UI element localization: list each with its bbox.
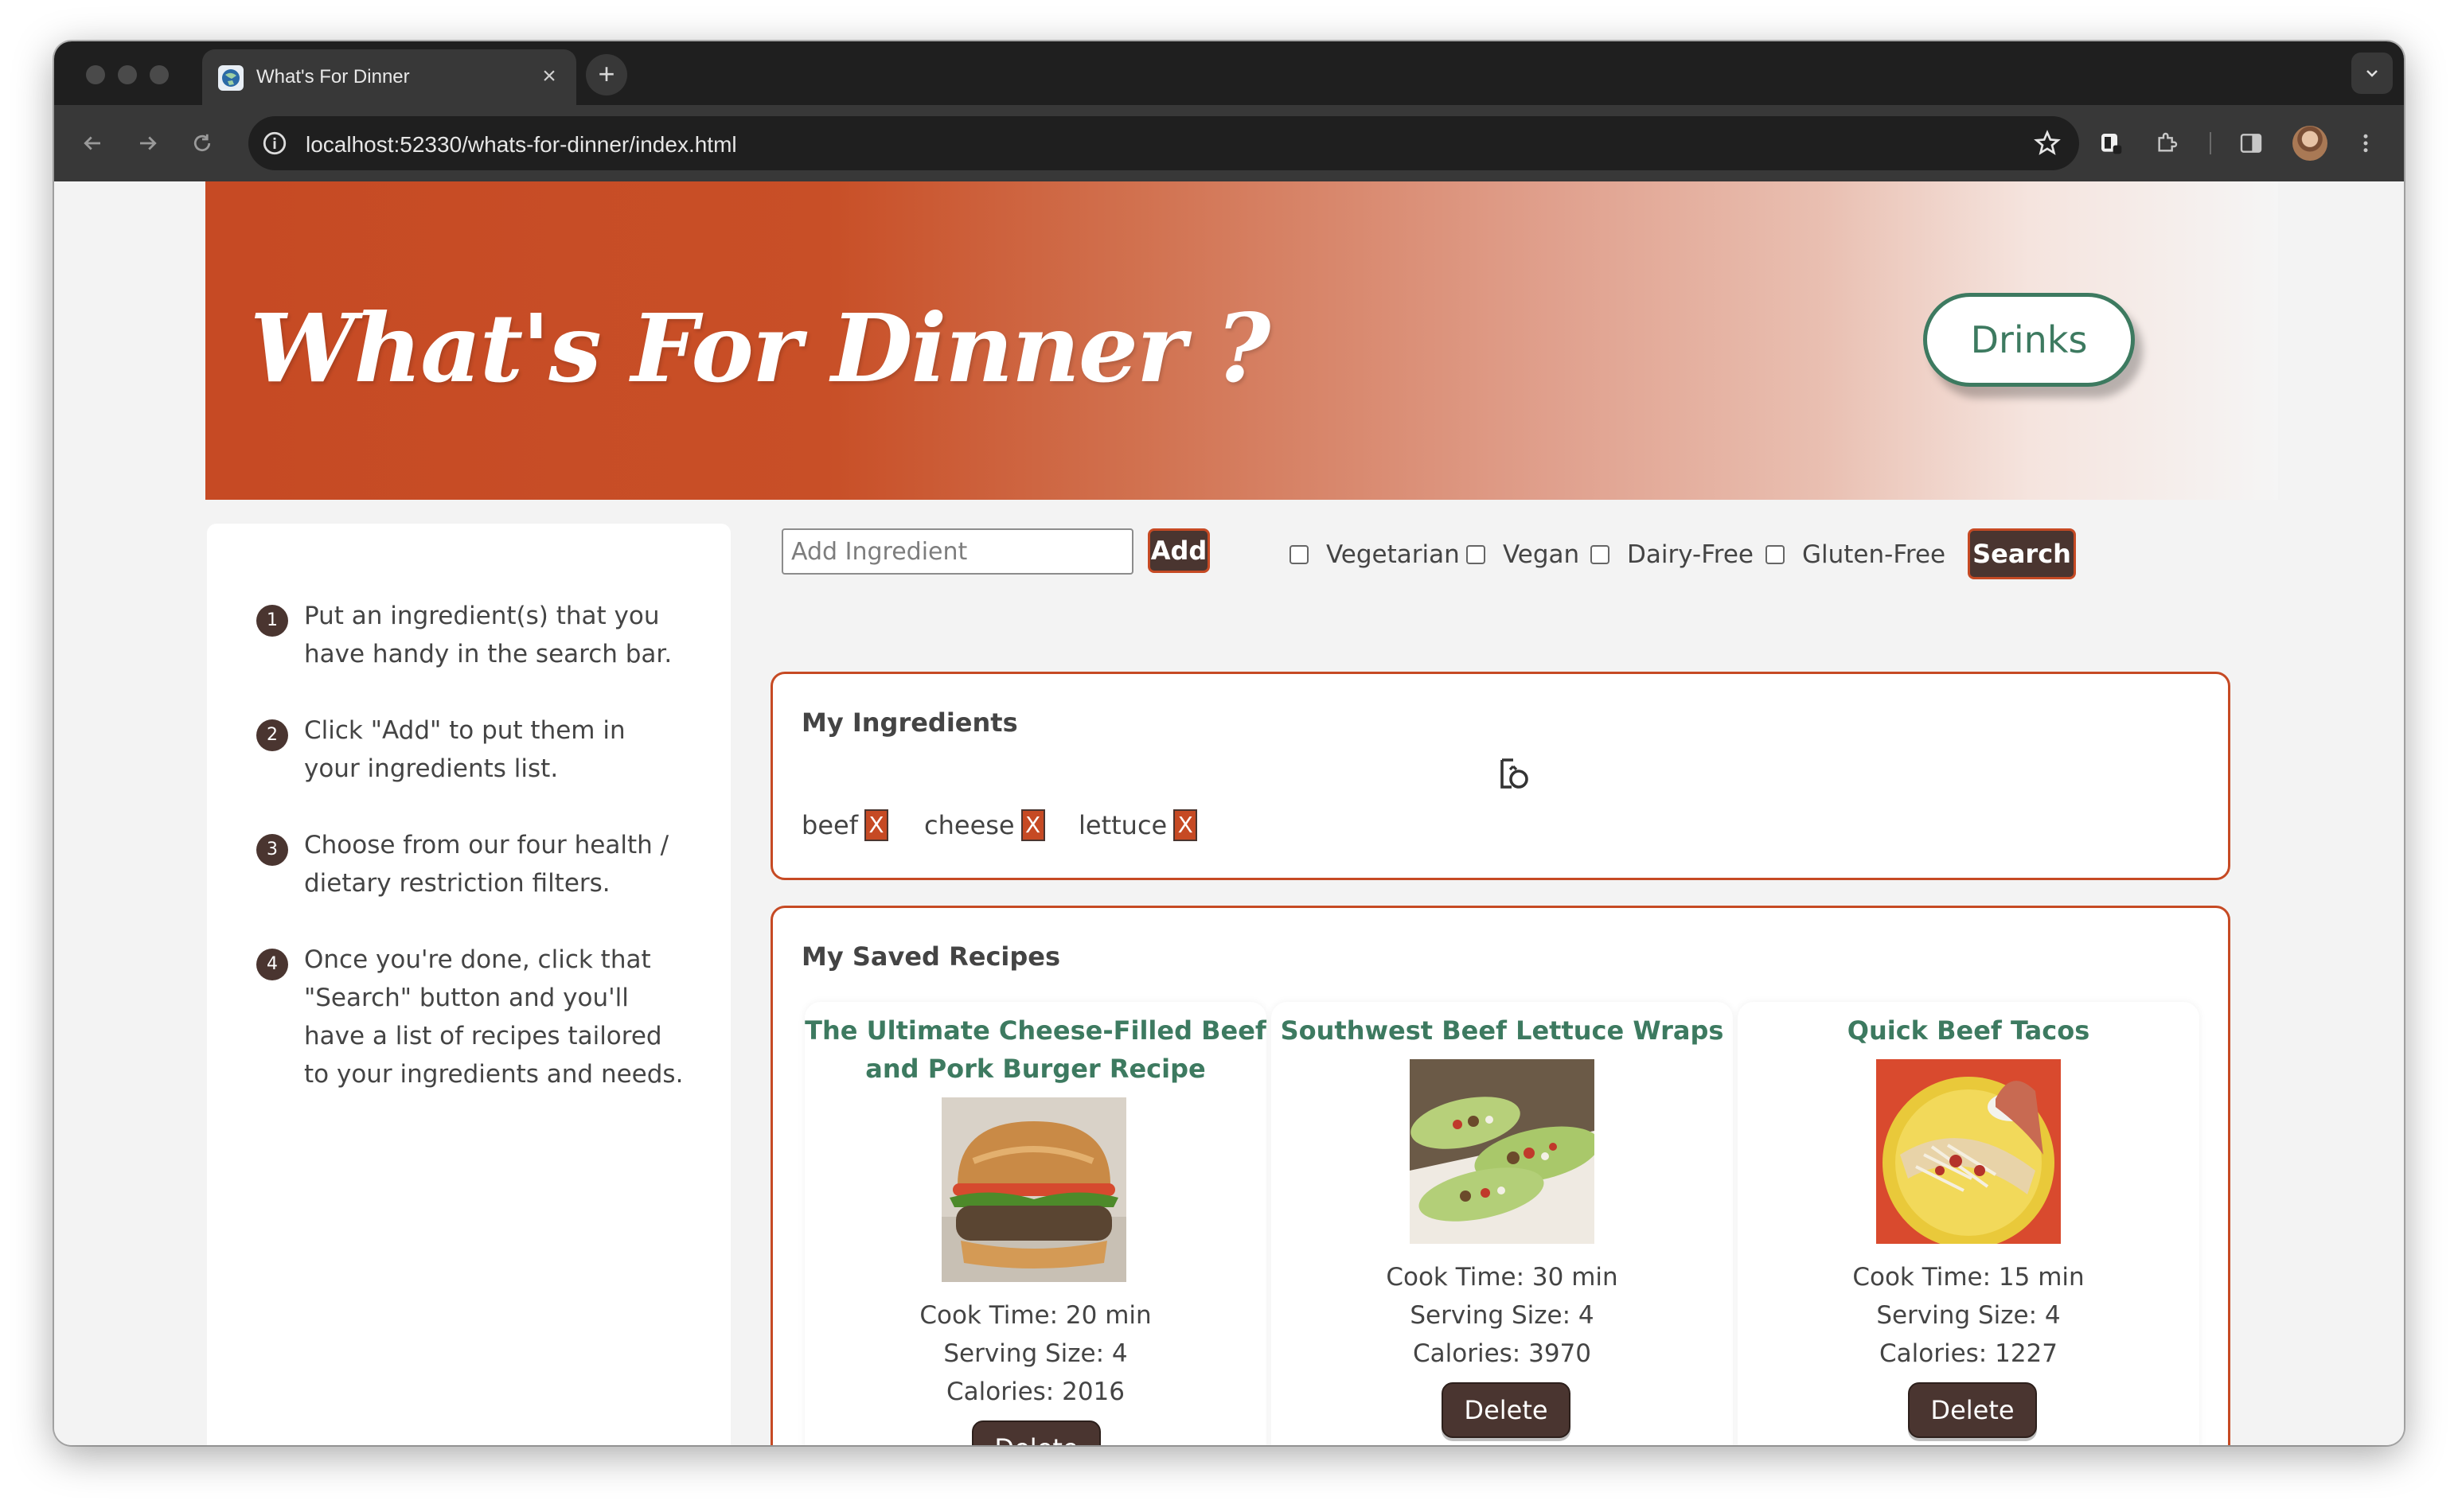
ingredient-chip: lettuce X (1079, 809, 1198, 841)
my-ingredients-panel: My Ingredients beef X cheese X lettuce X (771, 672, 2230, 880)
new-tab-icon[interactable]: + (586, 54, 627, 95)
more-menu-icon[interactable] (2351, 129, 2380, 158)
tacos-photo (1876, 1059, 2061, 1244)
search-button[interactable]: Search (1968, 528, 2076, 579)
recipe-card: The Ultimate Cheese-Filled Beef and Pork… (805, 1002, 1266, 1445)
info-icon[interactable] (261, 130, 288, 157)
filter-label: Vegan (1503, 540, 1580, 569)
ingredient-chip: beef X (802, 809, 888, 841)
recipe-calories: Calories: 3970 (1413, 1339, 1591, 1368)
recipe-cook-time: Cook Time: 15 min (1852, 1263, 2085, 1292)
recipe-card: Quick Beef Tacos Cook Time: 15 min Servi (1738, 1002, 2199, 1445)
step-text: Put an ingredient(s) that you have handy… (304, 602, 673, 668)
profile-avatar[interactable] (2292, 126, 2327, 161)
reload-icon[interactable] (188, 129, 217, 158)
delete-recipe-button[interactable]: Delete (1442, 1382, 1570, 1438)
puzzle-extensions-icon[interactable] (2152, 129, 2181, 158)
step-number-badge: 3 (256, 834, 288, 866)
site-header: What's For Dinner ? Drinks (205, 181, 2278, 500)
filter-vegetarian[interactable]: Vegetarian (1289, 536, 1460, 573)
dairy-free-checkbox[interactable] (1590, 545, 1609, 564)
close-tab-icon[interactable]: × (535, 62, 564, 91)
browser-tab-bar: What's For Dinner × + (54, 41, 2404, 105)
step-text: Click "Add" to put them in your ingredie… (304, 716, 626, 783)
filter-label: Dairy-Free (1627, 540, 1754, 569)
close-window-dot[interactable] (86, 65, 105, 84)
delete-recipe-button[interactable]: Delete (972, 1420, 1101, 1445)
back-icon[interactable] (78, 129, 107, 158)
recipe-serving-size: Serving Size: 4 (1876, 1301, 2061, 1330)
saved-recipes-title: My Saved Recipes (802, 941, 1061, 972)
recipe-cook-time: Cook Time: 30 min (1386, 1263, 1618, 1292)
browser-tab[interactable]: What's For Dinner × (202, 49, 576, 105)
recipe-calories: Calories: 1227 (1879, 1339, 2058, 1368)
burger-photo (942, 1097, 1126, 1282)
ingredient-chip: cheese X (924, 809, 1045, 841)
recipe-card: Southwest Beef Lettuce Wraps Cook Time: … (1271, 1002, 1733, 1445)
tab-search-button[interactable] (2351, 53, 2393, 94)
saved-recipes-panel: My Saved Recipes The Ultimate Cheese-Fil… (771, 906, 2230, 1445)
ingredient-name: beef (802, 810, 858, 840)
add-ingredient-button[interactable]: Add (1148, 528, 1210, 573)
extension-icon[interactable] (2097, 129, 2125, 158)
instructions-sidebar: 1 Put an ingredient(s) that you have han… (207, 524, 731, 1445)
recipe-serving-size: Serving Size: 4 (943, 1339, 1128, 1368)
forward-icon[interactable] (134, 129, 162, 158)
step-text: Choose from our four health / dietary re… (304, 831, 669, 898)
filter-vegan[interactable]: Vegan (1466, 536, 1579, 573)
side-panel-icon[interactable] (2237, 129, 2265, 158)
filter-dairy-free[interactable]: Dairy-Free (1590, 536, 1754, 573)
recipe-title[interactable]: Southwest Beef Lettuce Wraps (1271, 1011, 1733, 1050)
browser-window: What's For Dinner × + localhost:52330/wh… (54, 41, 2404, 1445)
vegetarian-checkbox[interactable] (1289, 545, 1309, 564)
my-ingredients-title: My Ingredients (802, 707, 1018, 738)
filter-label: Gluten-Free (1802, 540, 1946, 569)
toolbar-divider (2210, 132, 2211, 154)
maximize-window-dot[interactable] (150, 65, 169, 84)
site-title: What's For Dinner ? (250, 293, 1270, 403)
recipe-title[interactable]: Quick Beef Tacos (1738, 1011, 2199, 1050)
minimize-window-dot[interactable] (118, 65, 137, 84)
recipe-cook-time: Cook Time: 20 min (919, 1301, 1152, 1330)
filter-label: Vegetarian (1326, 540, 1460, 569)
bookmark-star-icon[interactable] (2033, 129, 2062, 158)
address-bar[interactable]: localhost:52330/whats-for-dinner/index.h… (248, 116, 2079, 170)
tab-title: What's For Dinner (256, 66, 410, 88)
globe-icon (218, 65, 244, 91)
lettuce-wraps-photo (1410, 1059, 1594, 1244)
url-text: localhost:52330/whats-for-dinner/index.h… (306, 132, 737, 157)
ingredient-name: lettuce (1079, 810, 1168, 840)
delete-recipe-button[interactable]: Delete (1908, 1382, 2037, 1438)
refresh-icon (1500, 758, 1528, 789)
filter-gluten-free[interactable]: Gluten-Free (1765, 536, 1945, 573)
step-text: Once you're done, click that "Search" bu… (304, 945, 684, 1089)
ingredient-name: cheese (924, 810, 1015, 840)
chevron-down-icon (2366, 70, 2378, 77)
step-number-badge: 1 (256, 605, 288, 637)
vegan-checkbox[interactable] (1466, 545, 1485, 564)
browser-toolbar: localhost:52330/whats-for-dinner/index.h… (54, 105, 2404, 181)
drinks-button[interactable]: Drinks (1923, 293, 2135, 387)
remove-ingredient-button[interactable]: X (1173, 809, 1198, 841)
remove-ingredient-button[interactable]: X (1020, 809, 1045, 841)
page-viewport: What's For Dinner ? Drinks 1 Put an ingr… (54, 181, 2404, 1445)
recipe-title[interactable]: The Ultimate Cheese-Filled Beef and Pork… (805, 1011, 1266, 1088)
gluten-free-checkbox[interactable] (1765, 545, 1785, 564)
recipe-calories: Calories: 2016 (946, 1378, 1125, 1406)
ingredient-input[interactable] (782, 528, 1133, 575)
step-number-badge: 4 (256, 949, 288, 980)
step-number-badge: 2 (256, 719, 288, 751)
recipe-serving-size: Serving Size: 4 (1410, 1301, 1594, 1330)
remove-ingredient-button[interactable]: X (864, 809, 888, 841)
